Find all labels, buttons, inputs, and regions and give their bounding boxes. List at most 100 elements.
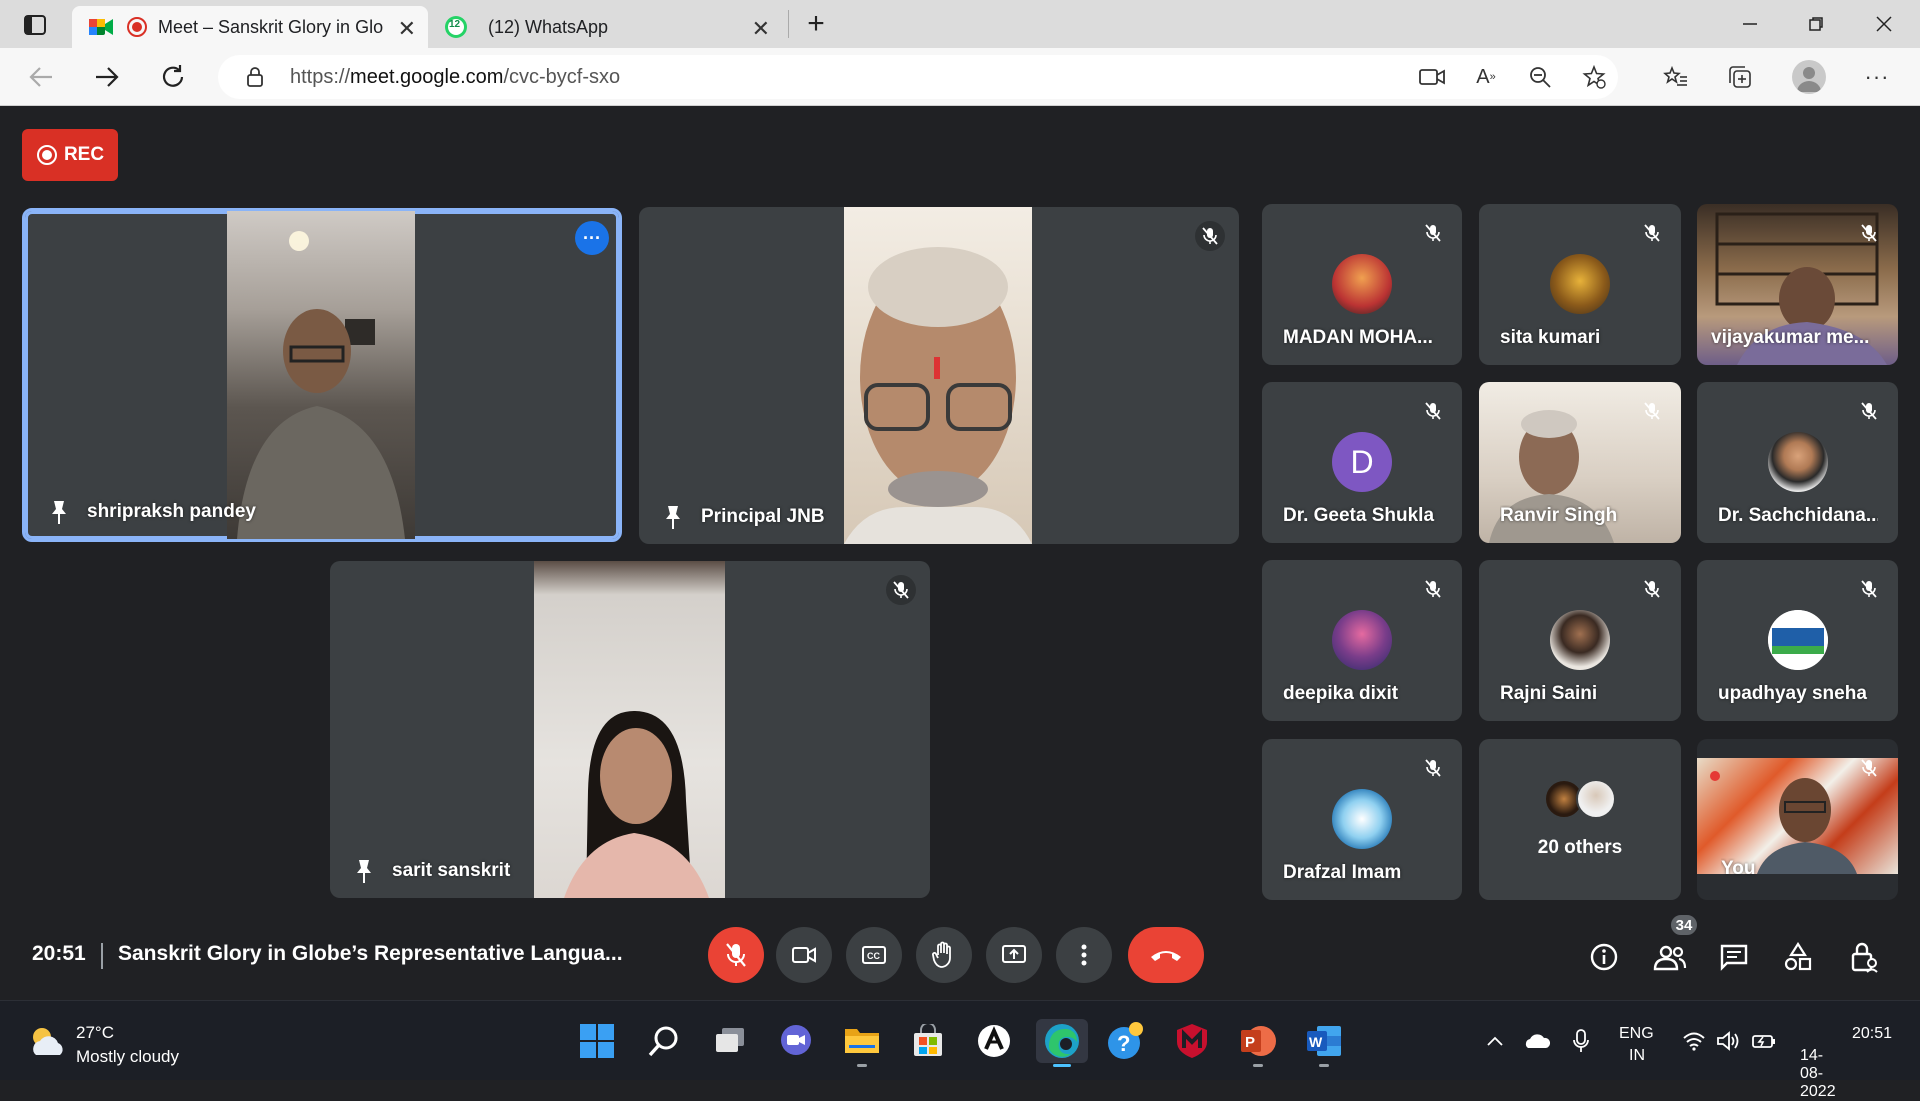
participant-video — [844, 207, 1032, 544]
taskbar-date: 14-08-2022 — [1800, 1047, 1836, 1100]
restore-icon[interactable] — [1802, 10, 1830, 38]
camera-in-use-icon[interactable] — [1418, 65, 1446, 89]
get-help-button[interactable]: ? — [1104, 1019, 1148, 1063]
participant-tile[interactable]: Rajni Saini — [1479, 560, 1681, 721]
participant-tile[interactable]: vijayakumar me... — [1697, 204, 1898, 365]
volume-button[interactable] — [1712, 1019, 1744, 1063]
teams-chat-button[interactable] — [774, 1019, 818, 1063]
zoom-icon[interactable] — [1526, 65, 1554, 89]
others-avatar — [1576, 779, 1616, 819]
microphone-off-button[interactable] — [708, 927, 764, 983]
profile-avatar[interactable] — [1792, 60, 1826, 94]
participant-tile-self[interactable]: You — [1697, 739, 1898, 900]
chat-button[interactable] — [1714, 937, 1754, 977]
participant-tile[interactable]: Ranvir Singh — [1479, 382, 1681, 543]
leave-call-button[interactable] — [1128, 927, 1204, 983]
teams-chat-icon — [781, 1025, 811, 1055]
address-bar[interactable]: https://meet.google.com/cvc-bycf-sxo A» — [218, 55, 1618, 99]
browser-toolbar: https://meet.google.com/cvc-bycf-sxo A» … — [0, 48, 1920, 106]
lock-icon[interactable] — [244, 66, 266, 88]
word-button[interactable]: W — [1302, 1019, 1346, 1067]
muted-icon — [1418, 574, 1448, 604]
url-text[interactable]: https://meet.google.com/cvc-bycf-sxo — [290, 66, 620, 89]
start-button[interactable] — [575, 1019, 619, 1063]
meeting-title[interactable]: Sanskrit Glory in Globe’s Representative… — [118, 942, 623, 966]
participant-tile[interactable]: sita kumari — [1479, 204, 1681, 365]
participant-name: deepika dixit — [1283, 683, 1399, 704]
forward-icon[interactable] — [92, 62, 122, 92]
read-aloud-icon[interactable]: A» — [1472, 65, 1500, 89]
muted-icon — [1637, 218, 1667, 248]
participant-tile-main[interactable]: Principal JNB — [639, 207, 1239, 544]
microphone-tray-button[interactable] — [1564, 1019, 1598, 1063]
new-tab-icon[interactable]: + — [800, 7, 832, 40]
participant-tile-main[interactable]: ··· shripraksh pandey — [22, 208, 622, 542]
onedrive-button[interactable] — [1520, 1019, 1554, 1063]
participant-name: Principal JNB — [701, 506, 825, 527]
host-controls-button[interactable] — [1844, 937, 1884, 977]
language-code: ENG — [1619, 1025, 1654, 1042]
collections-icon[interactable] — [1725, 62, 1755, 92]
participant-tile[interactable]: Drafzal Imam — [1262, 739, 1462, 900]
search-button[interactable] — [642, 1019, 686, 1063]
edge-button[interactable] — [1036, 1019, 1088, 1067]
powerpoint-button[interactable]: P — [1236, 1019, 1280, 1067]
raise-hand-button[interactable] — [916, 927, 972, 983]
present-screen-button[interactable] — [986, 927, 1042, 983]
mcafee-button[interactable] — [1170, 1019, 1214, 1063]
app-button[interactable] — [972, 1019, 1016, 1063]
participant-tile[interactable]: upadhyay sneha — [1697, 560, 1898, 721]
participant-tile-main[interactable]: sarit sanskrit — [330, 561, 930, 898]
store-icon — [914, 1024, 942, 1056]
participant-tile[interactable]: Dr. Sachchidana... — [1697, 382, 1898, 543]
running-indicator — [857, 1064, 867, 1067]
participant-tile[interactable]: deepika dixit — [1262, 560, 1462, 721]
task-view-button[interactable] — [708, 1019, 752, 1063]
info-icon — [1590, 943, 1618, 971]
show-hidden-icons-button[interactable] — [1480, 1019, 1510, 1063]
tab-whatsapp[interactable]: 12 (12) WhatsApp ✕ — [432, 6, 782, 48]
camera-button[interactable] — [776, 927, 832, 983]
pin-icon[interactable] — [663, 504, 683, 530]
more-options-button[interactable] — [1056, 927, 1112, 983]
wifi-icon — [1683, 1032, 1705, 1051]
back-icon[interactable] — [26, 62, 56, 92]
microsoft-store-button[interactable] — [906, 1019, 950, 1063]
participants-button[interactable] — [1650, 937, 1690, 977]
participant-tile-others[interactable]: 20 others — [1479, 739, 1681, 900]
weather-description: Mostly cloudy — [76, 1047, 179, 1066]
recording-badge[interactable]: REC — [22, 129, 118, 181]
people-icon — [1653, 945, 1687, 971]
participant-tile[interactable]: D Dr. Geeta Shukla — [1262, 382, 1462, 543]
tab-actions-icon[interactable] — [22, 14, 48, 36]
more-menu-icon[interactable]: ··· — [1862, 62, 1892, 92]
participant-video — [534, 561, 725, 898]
favorites-icon[interactable] — [1660, 62, 1690, 92]
captions-button[interactable]: CC — [846, 927, 902, 983]
battery-button[interactable] — [1748, 1019, 1780, 1063]
svg-text:?: ? — [1117, 1031, 1130, 1056]
close-tab-icon[interactable]: ✕ — [398, 16, 416, 42]
file-explorer-button[interactable] — [840, 1019, 884, 1067]
participant-video — [227, 211, 415, 539]
network-button[interactable] — [1678, 1019, 1710, 1063]
meeting-details-button[interactable] — [1584, 937, 1624, 977]
pin-icon[interactable] — [49, 499, 69, 525]
region-code: IN — [1629, 1047, 1645, 1064]
weather-temperature: 27°C — [76, 1023, 114, 1042]
tab-meet[interactable]: Meet – Sanskrit Glory in Glo ✕ — [72, 6, 428, 48]
minimize-icon[interactable] — [1736, 10, 1764, 38]
others-count: 20 others — [1537, 837, 1623, 858]
pin-icon[interactable] — [354, 858, 374, 884]
more-options-icon[interactable]: ··· — [575, 221, 609, 255]
google-meet-icon — [88, 16, 114, 38]
close-tab-icon[interactable]: ✕ — [752, 16, 770, 42]
weather-widget[interactable]: 27°C Mostly cloudy — [20, 1011, 200, 1071]
close-window-icon[interactable] — [1870, 10, 1898, 38]
add-favorite-icon[interactable] — [1580, 65, 1608, 89]
activities-button[interactable] — [1778, 937, 1818, 977]
muted-icon — [1195, 221, 1225, 251]
reload-icon[interactable] — [158, 62, 188, 92]
participant-name: sarit sanskrit — [392, 860, 511, 881]
participant-tile[interactable]: MADAN MOHA... — [1262, 204, 1462, 365]
